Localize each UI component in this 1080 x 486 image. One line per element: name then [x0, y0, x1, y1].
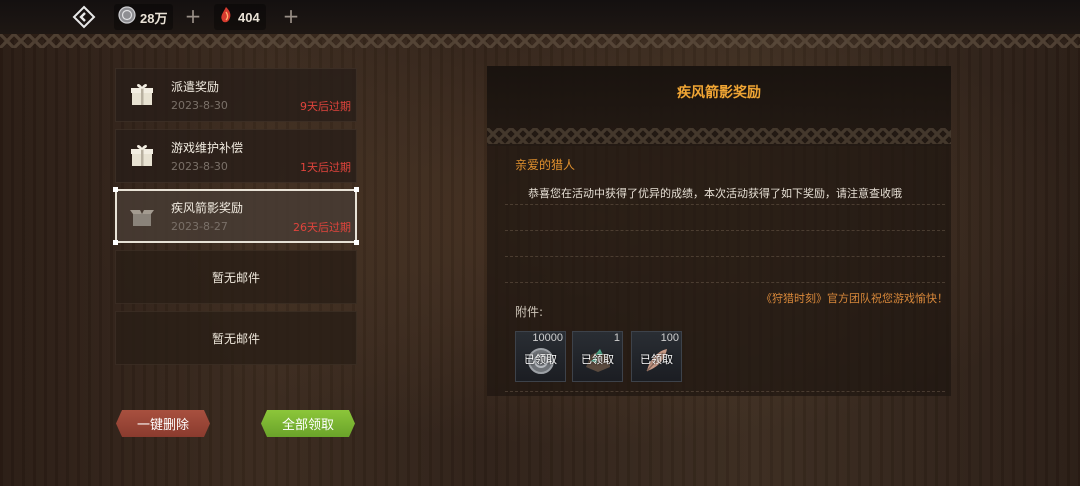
add-coins-button[interactable]: + — [182, 6, 204, 28]
mail-title: 游戏维护补偿 — [171, 141, 244, 155]
mail-title: 疾风箭影奖励 — [171, 201, 244, 215]
divider — [505, 204, 945, 205]
attachment-slot[interactable]: 10000 已领取 — [515, 331, 566, 382]
empty-mail-slot: 暂无邮件 — [115, 311, 357, 365]
attachment-quantity: 100 — [660, 332, 679, 344]
attachment-slot[interactable]: 1 已领取 — [572, 331, 623, 382]
attachment-status: 已领取 — [640, 353, 673, 366]
empty-mail-label: 暂无邮件 — [211, 331, 260, 346]
gift-box-icon — [129, 81, 155, 107]
attachment-status: 已领取 — [524, 353, 557, 366]
mail-expire: 1天后过期 — [300, 161, 351, 174]
gem-counter: 404 — [214, 4, 266, 30]
mail-item[interactable]: 游戏维护补偿 2023-8-30 1天后过期 — [115, 129, 357, 183]
mail-signature: 《狩猎时刻》官方团队祝您游戏愉快！ — [761, 292, 948, 305]
mail-expire: 26天后过期 — [293, 221, 351, 234]
attachment-quantity: 1 — [613, 332, 620, 344]
selection-corner — [113, 187, 118, 192]
coin-value: 28万 — [140, 10, 168, 26]
mail-expire: 9天后过期 — [300, 100, 351, 113]
mail-date: 2023-8-27 — [171, 220, 228, 233]
add-gems-button[interactable]: + — [280, 6, 302, 28]
attachment-label: 附件: — [515, 305, 544, 319]
empty-mail-label: 暂无邮件 — [211, 270, 260, 285]
opened-box-icon — [129, 202, 155, 228]
attachment-slot[interactable]: 100 已领取 — [631, 331, 682, 382]
claim-all-button[interactable]: 全部领取 — [261, 410, 355, 437]
gift-box-icon — [129, 142, 155, 168]
silver-coin-icon — [118, 6, 136, 28]
mail-body: 恭喜您在活动中获得了优异的成绩，本次活动获得了如下奖励，请注意查收哦 — [528, 187, 902, 200]
selection-corner — [354, 240, 359, 245]
mail-item[interactable]: 派遣奖励 2023-8-30 9天后过期 — [115, 68, 357, 122]
attachment-status: 已领取 — [581, 353, 614, 366]
mail-greeting: 亲爱的猎人 — [515, 158, 576, 172]
mail-title: 派遣奖励 — [171, 80, 220, 94]
gem-value: 404 — [238, 9, 260, 25]
divider — [505, 391, 945, 392]
attachment-quantity: 10000 — [532, 332, 563, 344]
divider — [505, 256, 945, 257]
mail-date: 2023-8-30 — [171, 160, 228, 173]
back-icon[interactable] — [72, 5, 96, 29]
mail-detail-title: 疾风箭影奖励 — [677, 85, 761, 101]
mail-item-selected[interactable]: 疾风箭影奖励 2023-8-27 26天后过期 — [113, 187, 359, 245]
red-crystal-icon — [218, 6, 234, 28]
divider — [505, 282, 945, 283]
empty-mail-slot: 暂无邮件 — [115, 250, 357, 304]
coin-counter: 28万 — [114, 4, 174, 30]
header-decoration — [487, 128, 951, 144]
selection-corner — [354, 187, 359, 192]
divider — [505, 230, 945, 231]
delete-all-button[interactable]: 一键删除 — [116, 410, 210, 437]
mail-date: 2023-8-30 — [171, 99, 228, 112]
selection-corner — [113, 240, 118, 245]
top-border-decoration — [0, 34, 1080, 48]
